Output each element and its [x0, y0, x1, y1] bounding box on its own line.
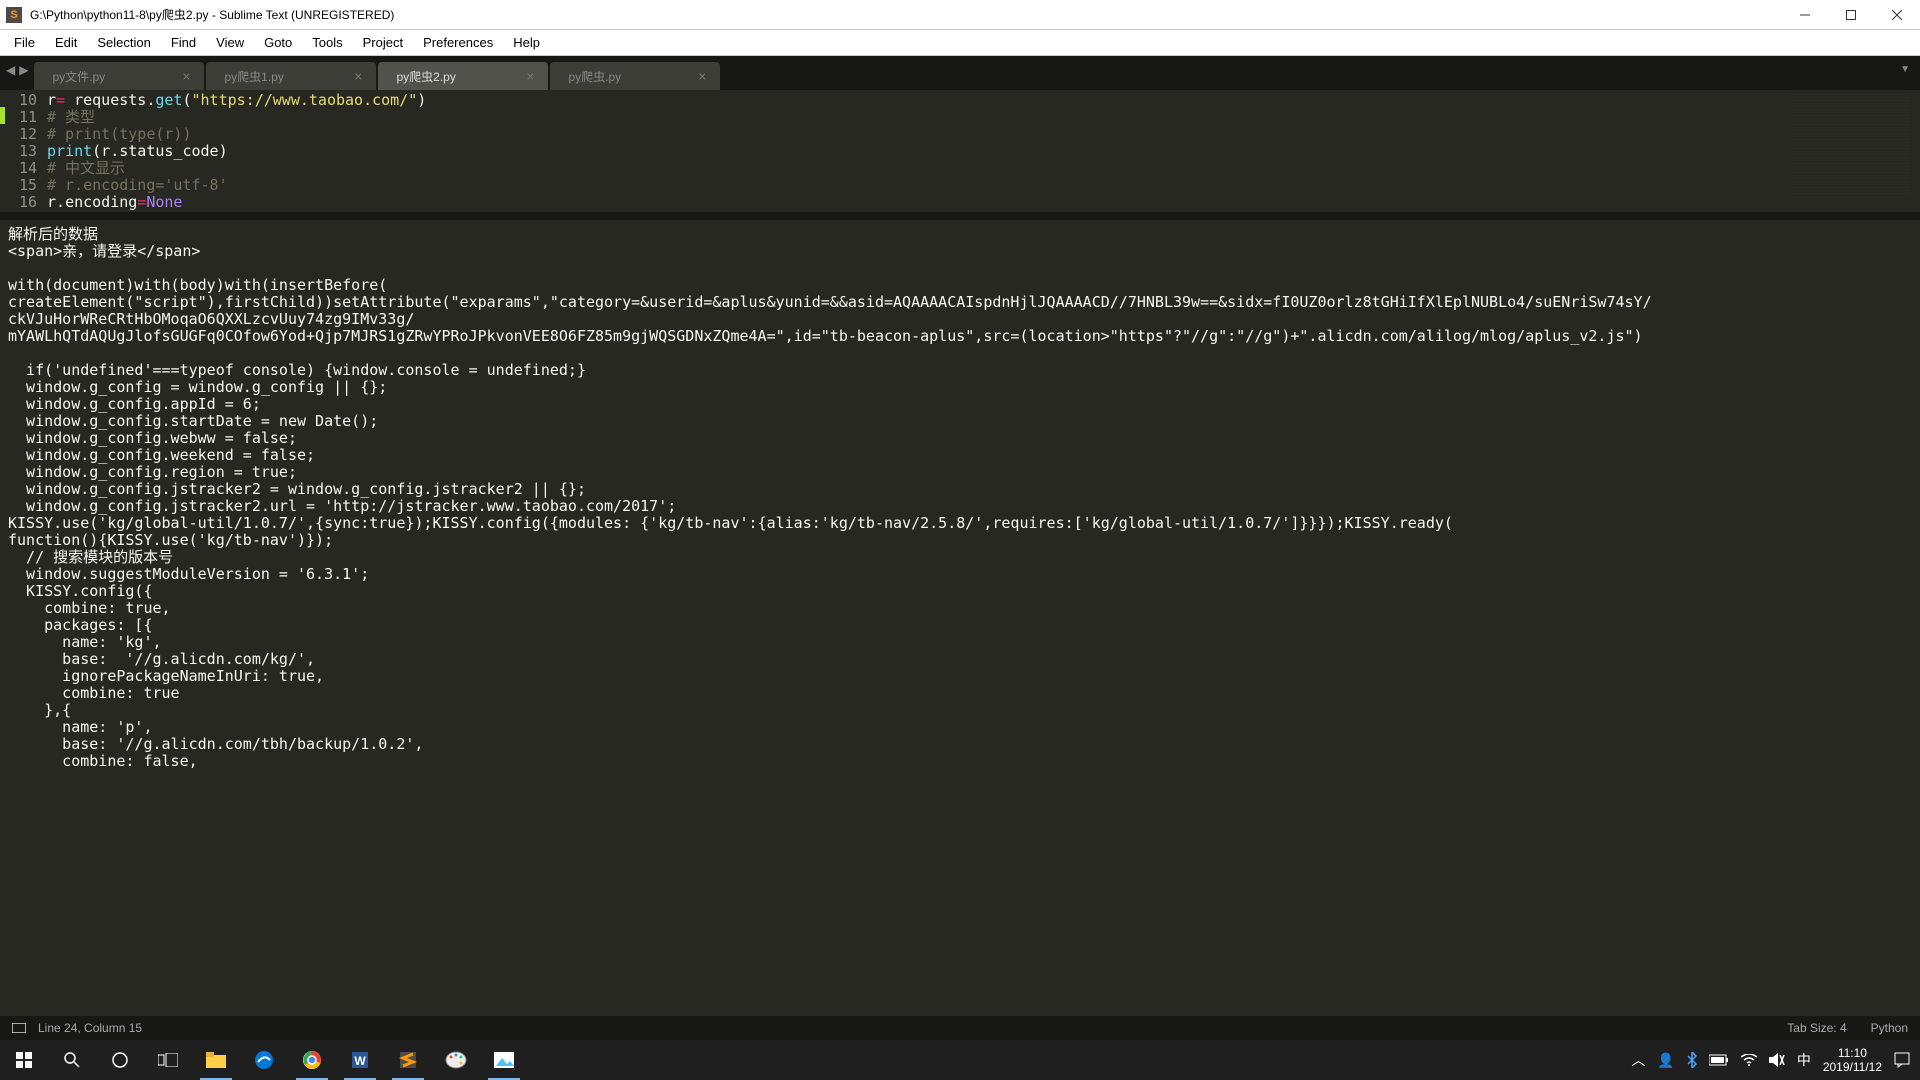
tray-clock[interactable]: 11:10 2019/11/12 — [1823, 1046, 1882, 1074]
panel-switcher-icon[interactable] — [12, 1023, 26, 1033]
code-line: # print(type(r)) — [47, 126, 1920, 143]
tray-volume-icon[interactable] — [1769, 1053, 1785, 1067]
menu-preferences[interactable]: Preferences — [413, 32, 503, 53]
menu-help[interactable]: Help — [503, 32, 550, 53]
menu-goto[interactable]: Goto — [254, 32, 302, 53]
taskbar-sublime-icon[interactable] — [384, 1040, 432, 1080]
window-titlebar: S G:\Python\python11-8\py爬虫2.py - Sublim… — [0, 0, 1920, 30]
tray-chevron-icon[interactable]: ︿ — [1631, 1050, 1645, 1070]
code-line: # 中文显示 — [47, 160, 1920, 177]
window-title: G:\Python\python11-8\py爬虫2.py - Sublime … — [30, 6, 394, 23]
menu-bar: FileEditSelectionFindViewGotoToolsProjec… — [0, 30, 1920, 56]
search-button[interactable] — [48, 1040, 96, 1080]
line-number: 11 — [5, 109, 37, 126]
tab-close-icon[interactable]: × — [698, 68, 706, 84]
close-button[interactable] — [1874, 0, 1920, 30]
tab-close-icon[interactable]: × — [526, 68, 534, 84]
tab-label: py爬虫2.py — [396, 68, 455, 85]
taskbar-explorer-icon[interactable] — [192, 1040, 240, 1080]
code-editor: 10111213141516 r= requests.get("https://… — [0, 90, 1920, 212]
line-number: 12 — [5, 126, 37, 143]
taskbar-paint-icon[interactable] — [432, 1040, 480, 1080]
cortana-button[interactable] — [96, 1040, 144, 1080]
menu-view[interactable]: View — [206, 32, 254, 53]
code-area[interactable]: r= requests.get("https://www.taobao.com/… — [47, 90, 1920, 212]
tab-label: py爬虫1.py — [224, 68, 283, 85]
tab-prev-icon[interactable]: ◀ — [6, 63, 15, 77]
panel-separator[interactable] — [0, 212, 1920, 220]
tray-notifications-icon[interactable] — [1894, 1052, 1910, 1068]
menu-project[interactable]: Project — [353, 32, 413, 53]
minimap[interactable] — [1790, 94, 1910, 194]
tab-label: py文件.py — [52, 68, 105, 85]
tab-nav-arrows: ◀ ▶ — [6, 56, 34, 90]
code-line: # r.encoding='utf-8' — [47, 177, 1920, 194]
tab[interactable]: py爬虫2.py × — [378, 62, 548, 90]
maximize-button[interactable] — [1828, 0, 1874, 30]
status-bar: Line 24, Column 15 Tab Size: 4 Python — [0, 1016, 1920, 1040]
code-line: r.encoding=None — [47, 194, 1920, 211]
line-number-gutter: 10111213141516 — [5, 90, 47, 212]
tray-people-icon[interactable]: 👤 — [1657, 1052, 1674, 1069]
tray-time: 11:10 — [1823, 1046, 1882, 1060]
system-tray: ︿ 👤 中 11:10 2019/11/12 — [1631, 1046, 1920, 1074]
tab[interactable]: py爬虫1.py × — [206, 62, 376, 90]
menu-selection[interactable]: Selection — [87, 32, 160, 53]
line-number: 16 — [5, 194, 37, 211]
app-icon: S — [6, 7, 22, 23]
tab-bar: ◀ ▶ py文件.py × py爬虫1.py × py爬虫2.py × py爬虫.py × ▼ — [0, 56, 1920, 90]
tab-close-icon[interactable]: × — [182, 68, 190, 84]
taskbar-chrome-icon[interactable] — [288, 1040, 336, 1080]
tab-next-icon[interactable]: ▶ — [19, 63, 28, 77]
svg-text:W: W — [354, 1054, 366, 1068]
menu-edit[interactable]: Edit — [45, 32, 87, 53]
taskview-button[interactable] — [144, 1040, 192, 1080]
tray-bluetooth-icon[interactable] — [1687, 1052, 1697, 1068]
taskbar-edge-icon[interactable] — [240, 1040, 288, 1080]
tab[interactable]: py爬虫.py × — [550, 62, 720, 90]
status-cursor: Line 24, Column 15 — [38, 1021, 142, 1035]
tray-wifi-icon[interactable] — [1741, 1054, 1757, 1066]
tab-label: py爬虫.py — [568, 68, 621, 85]
menu-find[interactable]: Find — [161, 32, 206, 53]
line-number: 10 — [5, 92, 37, 109]
menu-file[interactable]: File — [4, 32, 45, 53]
line-number: 15 — [5, 177, 37, 194]
windows-taskbar: W ︿ 👤 中 11:10 2019/11/12 — [0, 1040, 1920, 1080]
code-line: print(r.status_code) — [47, 143, 1920, 160]
taskbar-word-icon[interactable]: W — [336, 1040, 384, 1080]
tray-ime-indicator[interactable]: 中 — [1797, 1050, 1811, 1070]
start-button[interactable] — [0, 1040, 48, 1080]
line-number: 13 — [5, 143, 37, 160]
tab-dropdown-icon[interactable]: ▼ — [1900, 64, 1910, 75]
code-line: # 类型 — [47, 109, 1920, 126]
tab-close-icon[interactable]: × — [354, 68, 362, 84]
tray-battery-icon[interactable] — [1709, 1054, 1729, 1066]
taskbar-photos-icon[interactable] — [480, 1040, 528, 1080]
status-syntax[interactable]: Python — [1871, 1021, 1908, 1035]
status-tabsize[interactable]: Tab Size: 4 — [1787, 1021, 1846, 1035]
menu-tools[interactable]: Tools — [302, 32, 352, 53]
line-number: 14 — [5, 160, 37, 177]
window-controls — [1782, 0, 1920, 30]
tab[interactable]: py文件.py × — [34, 62, 204, 90]
minimize-button[interactable] — [1782, 0, 1828, 30]
output-panel[interactable]: 解析后的数据 <span>亲，请登录</span> with(document)… — [0, 220, 1920, 1016]
code-line: r= requests.get("https://www.taobao.com/… — [47, 92, 1920, 109]
tray-date: 2019/11/12 — [1823, 1060, 1882, 1074]
